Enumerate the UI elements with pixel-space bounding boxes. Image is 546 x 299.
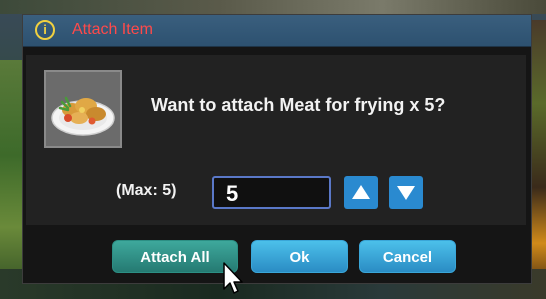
quantity-input[interactable]: 5 xyxy=(212,176,331,209)
attach-all-button[interactable]: Attach All xyxy=(112,240,238,273)
mouse-cursor-icon xyxy=(223,262,243,294)
game-background-foliage-left xyxy=(0,60,24,299)
confirmation-message: Want to attach Meat for frying x 5? xyxy=(151,95,446,115)
cancel-button[interactable]: Cancel xyxy=(359,240,456,273)
arrow-down-icon xyxy=(397,186,415,200)
dialog-title: Attach Item xyxy=(72,21,153,38)
increase-quantity-button[interactable] xyxy=(344,176,378,209)
decrease-quantity-button[interactable] xyxy=(389,176,423,209)
game-background-top xyxy=(0,0,546,14)
dialog-titlebar[interactable]: i Attach Item xyxy=(23,15,531,47)
max-quantity-label: (Max: 5) xyxy=(116,182,177,199)
info-icon: i xyxy=(35,20,55,40)
item-slot[interactable] xyxy=(44,70,122,148)
fried-food-plate-icon xyxy=(51,96,115,136)
arrow-up-icon xyxy=(352,185,370,199)
dialog-content: Want to attach Meat for frying x 5? (Max… xyxy=(26,55,526,225)
attach-item-dialog: i Attach Item Want to attach Meat for fr… xyxy=(22,14,532,284)
ok-button[interactable]: Ok xyxy=(251,240,348,273)
